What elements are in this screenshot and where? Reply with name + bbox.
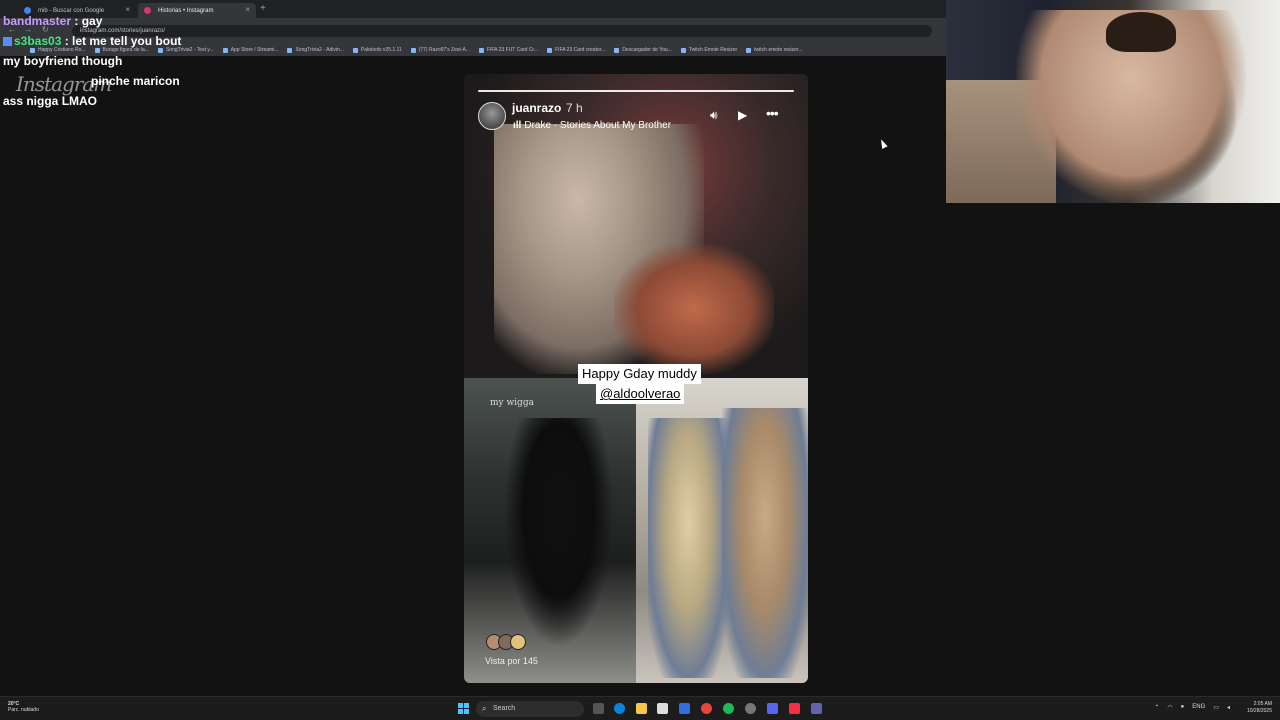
stream-chat-overlay: bandmaster : gay s3bas03 : let me tell y… (3, 11, 243, 111)
photo-person-left (648, 418, 728, 678)
chrome-icon[interactable] (701, 703, 712, 714)
chevron-up-icon[interactable]: ⌃ (1154, 704, 1159, 711)
mail-icon[interactable] (679, 703, 690, 714)
bookmark-icon (352, 47, 358, 53)
bookmark-item[interactable]: Paletools v25.1.11 (352, 47, 402, 53)
chat-text: pinche maricon (91, 74, 180, 88)
story-view-count[interactable]: Vista por 145 (485, 656, 538, 666)
chat-username: s3bas03 (14, 34, 62, 48)
windows-taskbar: 20°C Parc. nublado ⌕ Search ⌃ ◠ ● ENG ▭ … (0, 696, 1280, 720)
weather-widget[interactable]: 20°C Parc. nublado (8, 701, 39, 713)
bookmark-item[interactable]: (77) Razo97's Zest-A... (410, 47, 470, 53)
webcam-overlay (946, 0, 1280, 203)
chat-message: my boyfriend though (3, 51, 243, 71)
bookmark-icon (614, 47, 620, 53)
chat-message: pinche maricon (3, 71, 243, 91)
instagram-story-viewer[interactable]: juanrazo 7 h ıll Drake · Stories About My… (464, 74, 808, 683)
system-tray: ⌃ ◠ ● ENG ▭ ◂ (1154, 704, 1230, 711)
search-icon: ⌕ (482, 704, 487, 713)
taskbar-clock[interactable]: 2:05 AM 10/28/2025 (1247, 701, 1272, 715)
bookmark-icon (478, 47, 484, 53)
webcam-streamer-hair (1106, 12, 1176, 52)
photo-hand (614, 244, 774, 374)
chat-username: bandmaster (3, 14, 72, 28)
bookmark-item[interactable]: FIFA 23 FUT Card Cr... (478, 47, 538, 53)
file-explorer-icon[interactable] (636, 703, 647, 714)
more-options-icon[interactable]: ••• (766, 105, 779, 121)
bookmark-icon (287, 47, 293, 53)
network-icon[interactable]: ▭ (1213, 704, 1219, 711)
chat-message: ass nigga LMAO (3, 91, 243, 111)
viewer-avatar (510, 634, 526, 650)
bookmark-item[interactable]: twitch emote resizer... (746, 47, 803, 53)
bookmark-icon (680, 47, 686, 53)
music-bars-icon: ıll (513, 120, 522, 131)
bookmark-item[interactable]: FIFA 23 Card creator... (547, 47, 605, 53)
chat-text: ass nigga LMAO (3, 94, 98, 108)
photo-overlay-text: my wigga (490, 398, 534, 408)
volume-tray-icon[interactable]: ◂ (1227, 704, 1230, 711)
bookmark-icon (746, 47, 752, 53)
photo-person-right (722, 408, 808, 678)
close-tab-icon[interactable]: × (245, 5, 250, 14)
story-user-avatar[interactable] (478, 102, 506, 130)
volume-icon[interactable]: 🔊︎ (710, 108, 718, 123)
bookmark-icon (410, 47, 416, 53)
chat-text: gay (81, 14, 103, 28)
bookmark-icon (547, 47, 552, 53)
chat-message: bandmaster : gay (3, 14, 103, 28)
bookmark-item[interactable]: SongTrivia2 - Adivin... (287, 47, 344, 53)
play-icon[interactable]: ▶ (738, 108, 747, 122)
teams-icon[interactable] (811, 703, 822, 714)
chat-message: s3bas03 : let me tell you bout (3, 31, 243, 51)
bookmark-item[interactable]: Descargador de You... (614, 47, 672, 53)
photo-figures (504, 418, 614, 648)
caption-line-1: Happy Gday muddy (578, 364, 701, 384)
story-viewers-avatars[interactable] (486, 634, 526, 650)
music-app-icon[interactable] (789, 703, 800, 714)
taskbar-search[interactable]: ⌕ Search (476, 701, 584, 717)
story-progress-bar (478, 90, 794, 92)
spotify-icon[interactable] (723, 703, 734, 714)
mic-icon[interactable]: ● (1181, 704, 1185, 711)
language-indicator[interactable]: ENG (1192, 704, 1205, 711)
store-icon[interactable] (657, 703, 668, 714)
new-tab-button[interactable]: + (260, 3, 266, 14)
subscriber-badge-icon (3, 37, 12, 47)
windows-start-icon[interactable] (458, 703, 469, 714)
chat-text: let me tell you bout (72, 34, 182, 48)
obs-icon[interactable] (745, 703, 756, 714)
story-username[interactable]: juanrazo (512, 101, 561, 115)
task-view-icon[interactable] (593, 703, 604, 714)
story-time-ago: 7 h (566, 101, 583, 115)
chat-text: my boyfriend though (3, 54, 123, 68)
caption-mention[interactable]: @aldoolverao (596, 384, 685, 404)
story-photo-bottom-right (636, 378, 808, 683)
story-music-label[interactable]: ıll Drake · Stories About My Brother (513, 120, 671, 131)
mouse-cursor-icon (878, 138, 888, 149)
edge-icon[interactable] (614, 703, 625, 714)
wifi-icon[interactable]: ◠ (1167, 704, 1172, 711)
discord-icon[interactable] (767, 703, 778, 714)
bookmark-item[interactable]: Twitch Emote Resizer (680, 47, 737, 53)
